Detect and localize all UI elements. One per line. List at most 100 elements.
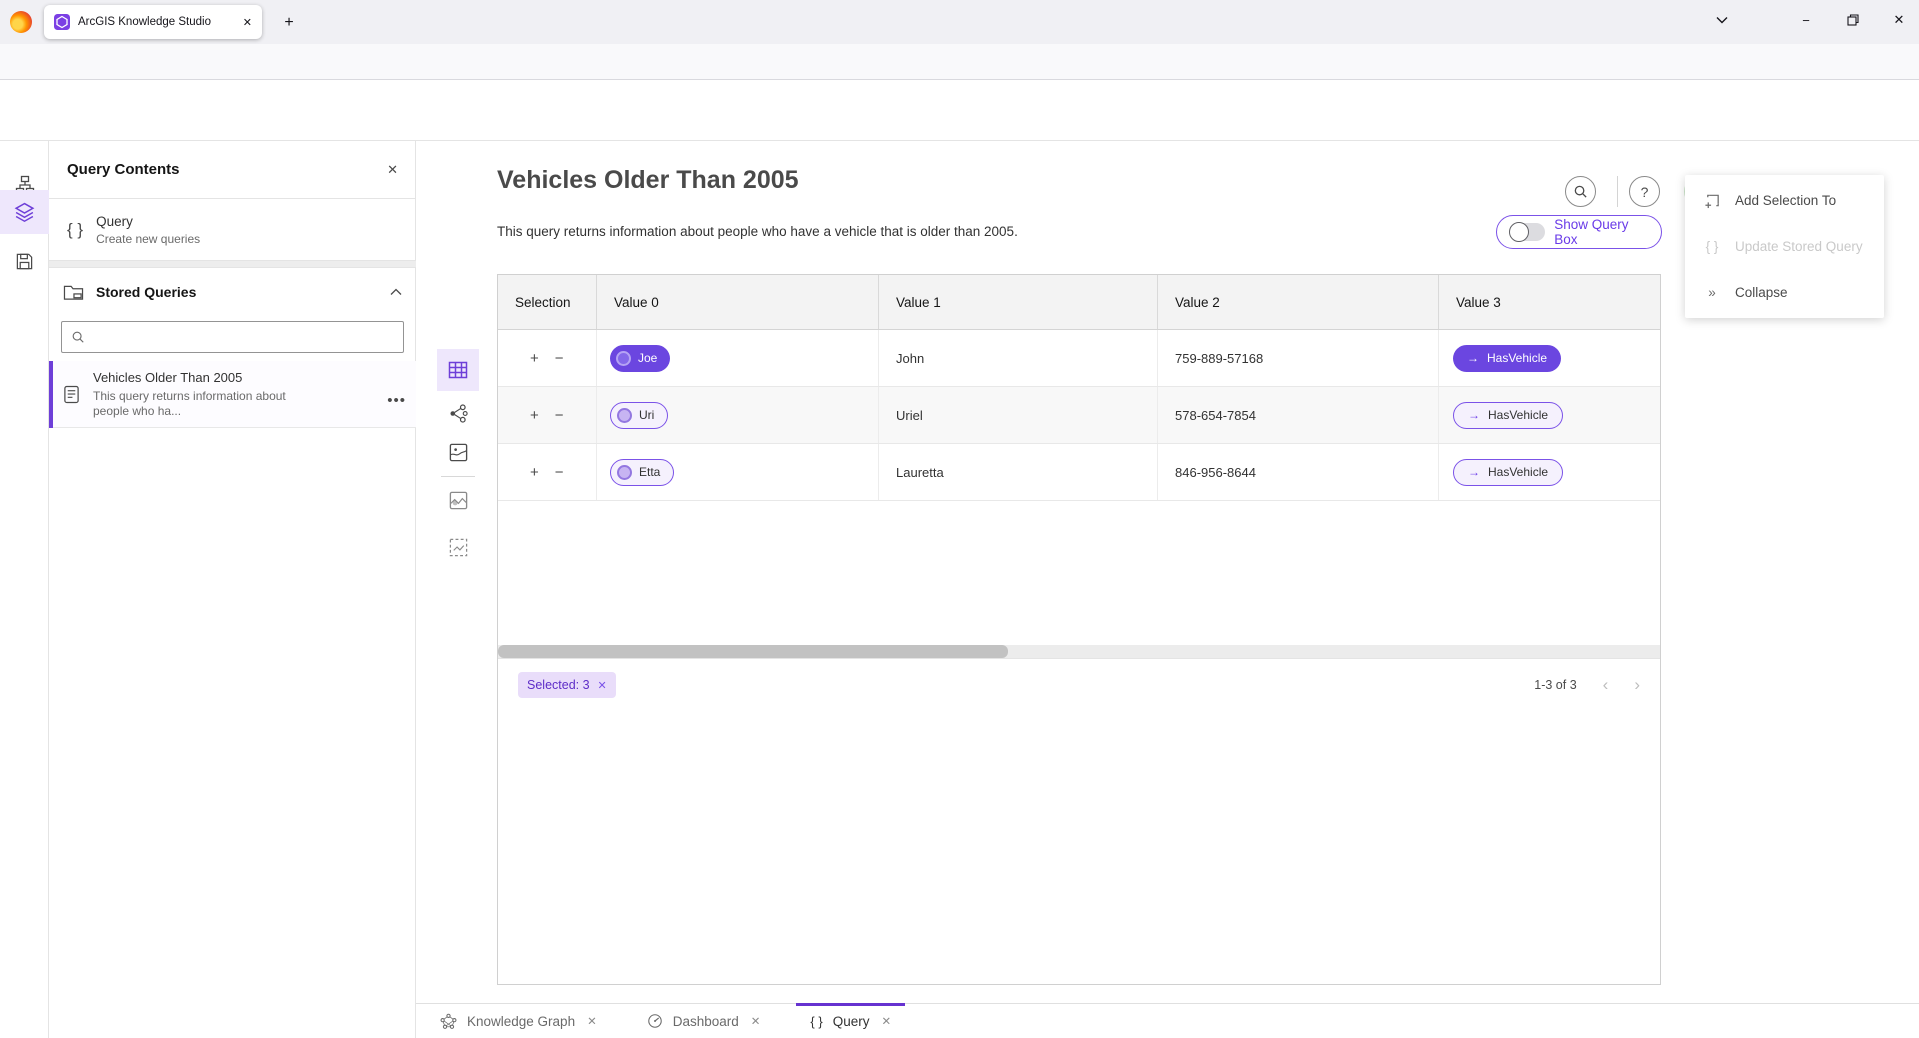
entity-pill[interactable]: Uri [610,402,668,429]
relationship-pill[interactable]: →HasVehicle [1453,345,1561,372]
value2-cell: 578-654-7854 [1158,387,1439,443]
header-divider [1617,176,1618,207]
relationship-pill[interactable]: →HasVehicle [1453,402,1563,429]
app-header: Certification Project ? PL publisher2 la… [0,80,1919,141]
menu-item-collapse[interactable]: » Collapse [1685,269,1884,315]
firefox-icon[interactable] [10,11,32,33]
map-view-icon[interactable] [437,431,479,473]
close-tab-icon[interactable]: ✕ [751,1014,761,1028]
entity-dot-icon [617,465,632,480]
close-tab-icon[interactable]: ✕ [587,1014,597,1028]
horizontal-scrollbar[interactable] [498,645,1660,658]
table-footer: Selected: 3 ✕ 1-3 of 3 ‹ › [498,658,1660,711]
entity-pill[interactable]: Joe [610,345,670,372]
menu-item-add-selection-to[interactable]: Add Selection To [1685,177,1884,223]
show-query-box-toggle[interactable]: Show Query Box [1496,215,1662,249]
selection-map-icon[interactable] [437,526,479,568]
pagination: 1-3 of 3 ‹ › [1534,675,1640,695]
stored-query-title: Vehicles Older Than 2005 [93,370,305,385]
close-panel-icon[interactable]: ✕ [387,162,398,178]
table-row: +−JoeJohn759-889-57168→HasVehicle [498,330,1660,387]
collapse-icon: » [1703,285,1721,300]
document-icon [63,385,80,404]
column-header[interactable]: Value 1 [879,275,1158,329]
relationship-cell: →HasVehicle [1439,444,1660,500]
column-header[interactable]: Value 2 [1158,275,1439,329]
clear-selection-icon[interactable]: ✕ [598,679,607,692]
remove-from-selection-button[interactable]: − [555,350,564,367]
folder-icon [63,283,84,302]
restore-button[interactable] [1833,0,1873,40]
braces-icon: { } [67,220,83,240]
relationship-pill[interactable]: →HasVehicle [1453,459,1563,486]
layers-icon[interactable] [0,190,49,234]
new-tab-button[interactable]: + [276,10,302,36]
list-tabs-icon[interactable] [1702,0,1742,40]
stored-queries-search-input[interactable] [61,321,404,353]
table-body: +−JoeJohn759-889-57168→HasVehicle+−UriUr… [498,330,1660,501]
search-button[interactable] [1565,176,1596,207]
arrow-right-icon: → [1467,351,1479,365]
chevron-up-icon[interactable] [390,288,402,296]
tab-query[interactable]: { } Query ✕ [796,1004,905,1038]
query-create-item[interactable]: { } Query Create new queries [49,199,416,261]
menu-item-update-stored-query[interactable]: { } Update Stored Query [1685,223,1884,269]
table-header-row: Selection Value 0 Value 1 Value 2 Value … [498,275,1660,330]
save-icon[interactable] [0,239,49,283]
stored-queries-header[interactable]: Stored Queries [49,268,416,316]
left-icon-rail: » [0,141,49,1038]
previous-page-icon[interactable]: ‹ [1603,675,1609,695]
selection-cell: +− [498,330,597,386]
column-header[interactable]: Value 0 [597,275,879,329]
value2-cell: 846-956-8644 [1158,444,1439,500]
panel-title: Query Contents [67,161,387,178]
add-selection-icon [1703,192,1721,209]
arcgis-favicon-icon [54,14,70,30]
selection-cell: +− [498,444,597,500]
tab-knowledge-graph[interactable]: Knowledge Graph ✕ [426,1004,611,1038]
content-tab-bar: Knowledge Graph ✕ Dashboard ✕ { } Query … [416,1003,1919,1038]
next-page-icon[interactable]: › [1634,675,1640,695]
selected-count-chip[interactable]: Selected: 3 ✕ [518,672,616,698]
scrollbar-thumb[interactable] [498,645,1008,658]
close-tab-icon[interactable]: ✕ [881,1014,891,1028]
add-to-selection-button[interactable]: + [530,407,539,424]
column-header[interactable]: Value 3 [1439,275,1660,329]
entity-cell: Etta [597,444,879,500]
close-window-button[interactable]: ✕ [1879,0,1919,40]
remove-from-selection-button[interactable]: − [555,407,564,424]
application-window: ArcGIS Knowledge Studio ✕ + − ✕ ← → ↻ ht… [0,0,1919,1038]
page-range-label: 1-3 of 3 [1534,678,1576,692]
minimize-button[interactable]: − [1786,0,1826,40]
column-header[interactable]: Selection [498,275,597,329]
selection-cell: +− [498,387,597,443]
query-item-subtitle: Create new queries [96,232,200,246]
more-options-icon[interactable]: ••• [387,392,406,427]
page-description: This query returns information about peo… [497,224,1018,239]
help-button[interactable]: ? [1629,176,1660,207]
braces-icon: { } [810,1014,822,1029]
entity-dot-icon [616,351,631,366]
section-gap [49,261,416,268]
stored-query-item[interactable]: Vehicles Older Than 2005 This query retu… [49,361,416,428]
braces-icon: { } [1703,239,1721,254]
add-to-selection-button[interactable]: + [530,464,539,481]
link-chart-icon[interactable] [437,392,479,434]
tab-dashboard[interactable]: Dashboard ✕ [633,1004,775,1038]
dashboard-gauge-icon [647,1013,663,1029]
image-map-icon[interactable] [437,479,479,521]
entity-cell: Uri [597,387,879,443]
arrow-right-icon: → [1468,465,1480,479]
toggle-track [1510,223,1545,241]
search-icon [71,330,85,344]
browser-tab-title: ArcGIS Knowledge Studio [78,16,235,28]
browser-tab[interactable]: ArcGIS Knowledge Studio ✕ [44,5,262,39]
add-to-selection-button[interactable]: + [530,350,539,367]
remove-from-selection-button[interactable]: − [555,464,564,481]
entity-pill[interactable]: Etta [610,459,674,486]
table-view-icon[interactable] [437,349,479,391]
search-icon [1573,184,1588,199]
value1-cell: Uriel [879,387,1158,443]
tab-close-icon[interactable]: ✕ [243,16,252,29]
browser-navbar: ← → ↻ https://dev0028833.esri.com/portal… [0,44,1919,80]
